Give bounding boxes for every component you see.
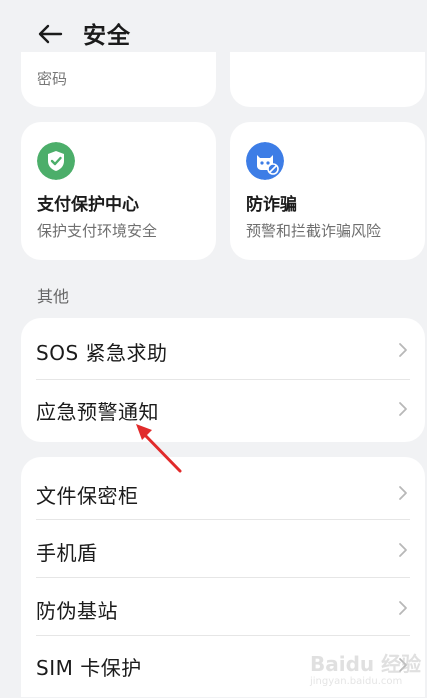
payment-protection-subtitle: 保护支付环境安全	[37, 222, 158, 240]
watermark-sub: jingyan.baidu.com	[310, 676, 403, 687]
top-right-card[interactable]	[230, 52, 425, 107]
watermark: Baidu 经验 jingyan.baidu.com	[300, 648, 421, 688]
payment-protection-card[interactable]: 支付保护中心 保护支付环境安全	[21, 122, 216, 260]
other-group-card: SOS 紧急求助 应急预警通知	[21, 318, 425, 442]
anti-fraud-card[interactable]: 防诈骗 预警和拦截诈骗风险	[230, 122, 425, 260]
password-card[interactable]: 密码	[21, 52, 216, 107]
chevron-right-icon	[399, 601, 407, 615]
chevron-right-icon	[399, 486, 407, 500]
list-item-phone-shield[interactable]: 手机盾	[21, 520, 425, 580]
annotation-arrow	[136, 424, 182, 473]
list-item-label: 防伪基站	[36, 599, 118, 623]
payment-protection-title: 支付保护中心	[37, 195, 139, 215]
chevron-right-icon	[399, 343, 407, 357]
list-item-label: 手机盾	[36, 541, 98, 565]
anti-fraud-title: 防诈骗	[246, 195, 297, 215]
list-item-label: SIM 卡保护	[36, 656, 142, 680]
shield-check-icon	[37, 142, 75, 180]
list-item-label: SOS 紧急求助	[36, 341, 168, 365]
list-item-label: 文件保密柜	[36, 484, 139, 508]
list-item-fake-base-station[interactable]: 防伪基站	[21, 578, 425, 638]
chevron-right-icon	[399, 402, 407, 416]
watermark-main: Baidu 经验	[310, 652, 422, 676]
list-item-file-safe[interactable]: 文件保密柜	[21, 463, 425, 523]
list-item-sos[interactable]: SOS 紧急求助	[21, 320, 425, 380]
password-card-label: 密码	[37, 70, 68, 88]
chevron-right-icon	[399, 543, 407, 557]
page-title: 安全	[83, 23, 131, 49]
arrow-left-icon[interactable]	[34, 18, 66, 50]
anti-fraud-subtitle: 预警和拦截诈骗风险	[246, 222, 382, 240]
fraud-guard-icon	[246, 142, 284, 180]
section-other-label: 其他	[37, 287, 70, 306]
list-item-emergency-alert[interactable]: 应急预警通知	[21, 379, 425, 439]
